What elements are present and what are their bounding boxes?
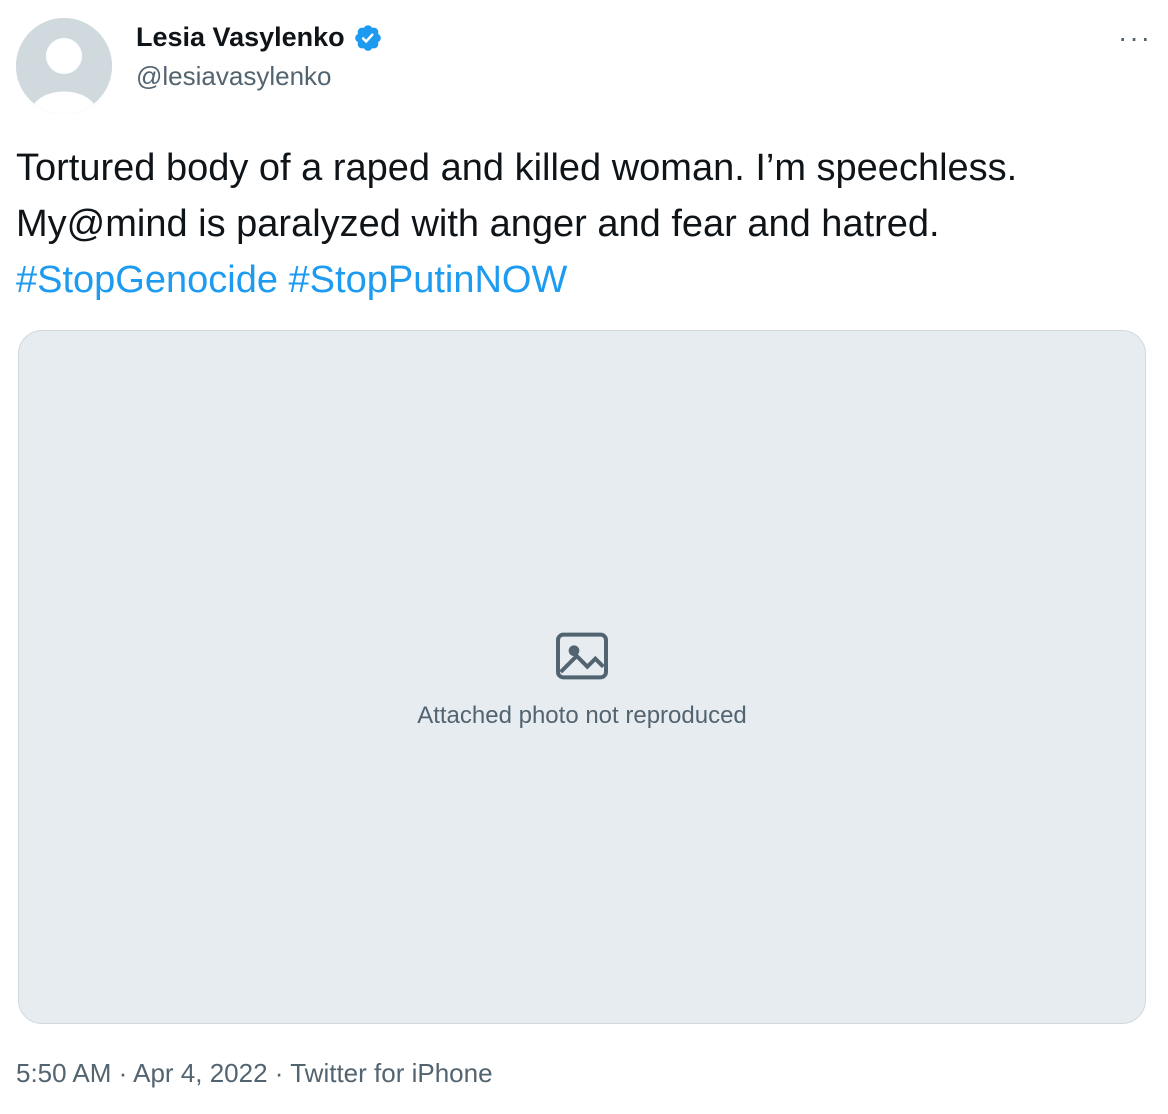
more-horizontal-icon[interactable]: ··· [1118,24,1152,52]
avatar[interactable] [16,18,112,114]
display-name-row: Lesia Vasylenko [136,22,383,53]
image-icon [550,624,614,688]
meta-separator: · [118,1058,128,1088]
verified-badge-icon [353,23,383,53]
tweet-header: Lesia Vasylenko @lesiavasylenko ··· [16,10,1152,114]
hashtag-stopputinnow[interactable]: #StopPutinNOW [289,259,568,301]
tweet-body-text: Tortured body of a raped and killed woma… [16,147,1018,245]
meta-separator: · [274,1058,284,1088]
tweet-source[interactable]: Twitter for iPhone [290,1058,492,1088]
author-handle[interactable]: @lesiavasylenko [136,61,383,92]
hashtag-stopgenocide[interactable]: #StopGenocide [16,259,278,301]
tweet-date[interactable]: Apr 4, 2022 [133,1058,267,1088]
author-names: Lesia Vasylenko @lesiavasylenko [136,22,383,92]
display-name[interactable]: Lesia Vasylenko [136,22,345,53]
tweet-text: Tortured body of a raped and killed woma… [16,140,1152,308]
tweet-card: Lesia Vasylenko @lesiavasylenko ··· Tort… [0,0,1168,1114]
tweet-time[interactable]: 5:50 AM [16,1058,111,1088]
tweet-media-placeholder[interactable]: Attached photo not reproduced [18,330,1146,1024]
tweet-meta: 5:50 AM · Apr 4, 2022 · Twitter for iPho… [16,1058,493,1089]
media-placeholder-label: Attached photo not reproduced [417,702,747,729]
